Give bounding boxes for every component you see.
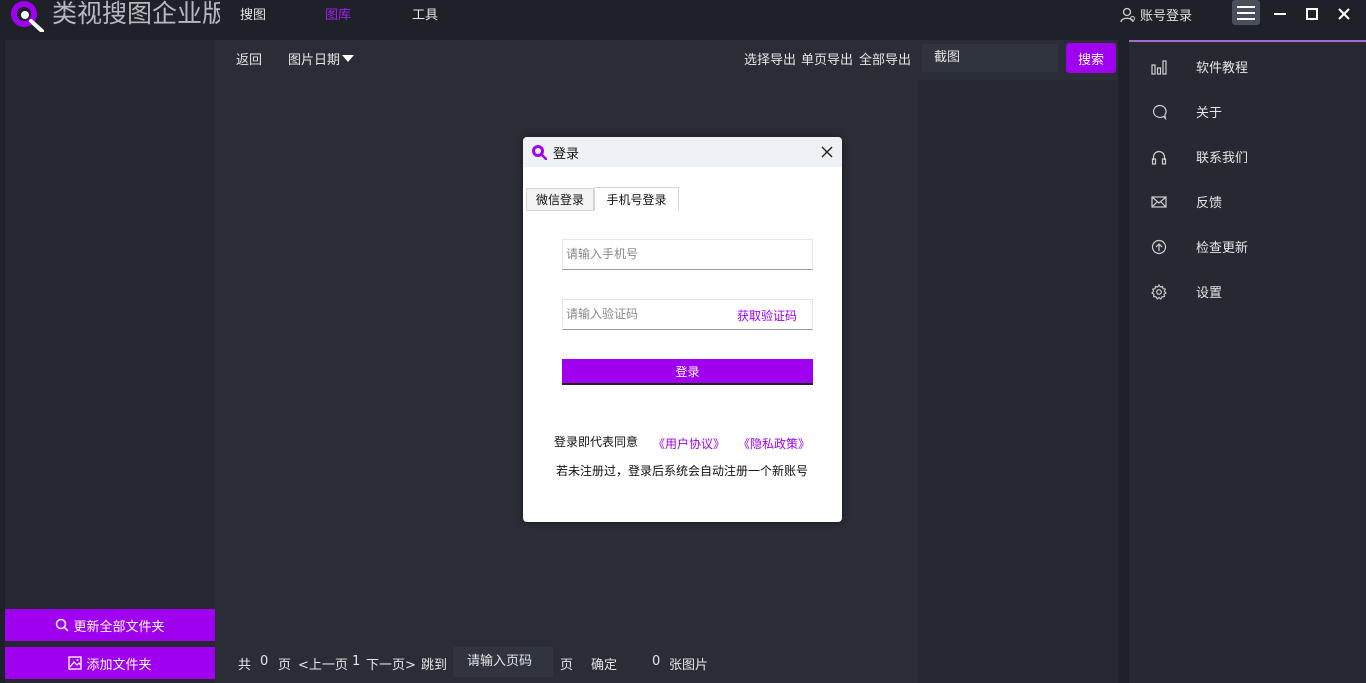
logo-icon (11, 1, 44, 32)
prev-page-button[interactable]: <上一页 (298, 654, 348, 673)
headset-icon (1150, 148, 1168, 166)
pager-total-pages: 0 (260, 654, 269, 669)
hamburger-menu-button[interactable] (1232, 0, 1260, 25)
menu-item-about[interactable]: 关于 (1150, 102, 1222, 121)
image-date-label: 图片日期 (288, 53, 341, 68)
login-button[interactable]: 登录 (562, 359, 813, 385)
search-icon (56, 618, 70, 632)
menu-item-label: 设置 (1196, 286, 1223, 301)
pager-confirm-button[interactable]: 确定 (591, 654, 617, 673)
pager-image-unit: 张图片 (669, 658, 709, 673)
search-results-list (918, 80, 1118, 683)
chat-icon (1150, 103, 1168, 121)
menu-item-label: 反馈 (1196, 196, 1223, 211)
image-icon (68, 656, 83, 670)
close-icon (1338, 8, 1350, 20)
login-dialog: 登录 微信登录 手机号登录 请输入手机号 请输入验证码 获取验证码 登录 登录即… (523, 137, 842, 522)
app-menu-panel (1129, 40, 1366, 683)
menu-item-label: 关于 (1196, 106, 1223, 121)
pager-jump-label: 跳到 (421, 658, 448, 673)
pager-total-prefix: 共 (238, 658, 252, 673)
get-code-button[interactable]: 获取验证码 (737, 307, 797, 324)
user-icon (1120, 7, 1135, 22)
pager-page-unit2: 页 (560, 658, 574, 673)
close-button[interactable] (1330, 2, 1358, 26)
account-login-button[interactable]: 账号登录 (1120, 5, 1192, 24)
page-export-button[interactable]: 单页导出 (801, 49, 853, 68)
dialog-header: 登录 (523, 137, 842, 167)
minimize-button[interactable] (1266, 2, 1294, 26)
pager-page-unit: 页 (278, 658, 292, 673)
minimize-icon (1274, 13, 1286, 15)
tab-gallery[interactable]: 图库 (325, 4, 351, 23)
agree-text: 登录即代表同意 (554, 435, 639, 449)
mail-icon (1150, 193, 1168, 211)
search-button[interactable]: 搜索 (1066, 43, 1116, 73)
chart-icon (1150, 58, 1168, 76)
app-title: 类视搜图企业版 (52, 0, 220, 28)
refresh-all-folders-button[interactable]: 更新全部文件夹 (5, 609, 215, 641)
search-input[interactable]: 截图 (922, 44, 1058, 72)
pager-current-page: 1 (352, 654, 361, 669)
logo-icon (532, 145, 547, 160)
menu-item-feedback[interactable]: 反馈 (1150, 192, 1222, 211)
select-export-button[interactable]: 选择导出 (744, 49, 796, 68)
menu-item-label: 检查更新 (1196, 241, 1249, 256)
tab-phone-login[interactable]: 手机号登录 (594, 187, 679, 211)
registration-notice: 若未注册过，登录后系统会自动注册一个新账号 (556, 464, 809, 478)
add-folder-label: 添加文件夹 (86, 657, 152, 673)
tab-wechat-login[interactable]: 微信登录 (526, 188, 594, 211)
folder-sidebar (5, 40, 215, 683)
user-agreement-link[interactable]: 《用户协议》 (653, 435, 725, 452)
all-export-button[interactable]: 全部导出 (859, 49, 911, 68)
gear-icon (1150, 283, 1168, 301)
menu-item-check-update[interactable]: 检查更新 (1150, 237, 1248, 256)
upload-icon (1150, 238, 1168, 256)
hamburger-icon (1237, 5, 1255, 20)
menu-item-settings[interactable]: 设置 (1150, 282, 1222, 301)
phone-input[interactable]: 请输入手机号 (562, 239, 813, 270)
title-bar: 类视搜图企业版 搜图 图库 工具 账号登录 (0, 0, 1366, 38)
maximize-button[interactable] (1298, 2, 1326, 26)
dialog-title: 登录 (553, 147, 580, 162)
close-icon (821, 146, 833, 158)
tab-search[interactable]: 搜图 (240, 4, 266, 23)
maximize-icon (1306, 8, 1318, 20)
back-button[interactable]: 返回 (236, 49, 262, 68)
refresh-all-folders-label: 更新全部文件夹 (73, 619, 165, 635)
menu-item-label: 联系我们 (1196, 151, 1249, 166)
menu-item-contact[interactable]: 联系我们 (1150, 147, 1248, 166)
add-folder-button[interactable]: 添加文件夹 (5, 647, 215, 679)
menu-item-label: 软件教程 (1196, 61, 1249, 76)
menu-item-tutorial[interactable]: 软件教程 (1150, 57, 1248, 76)
image-date-dropdown[interactable]: 图片日期 (288, 49, 355, 68)
account-login-label: 账号登录 (1140, 9, 1193, 24)
caret-down-icon (342, 54, 355, 62)
tab-tools[interactable]: 工具 (412, 4, 438, 23)
next-page-button[interactable]: 下一页> (366, 654, 416, 673)
page-number-input[interactable]: 请输入页码 (453, 647, 553, 677)
privacy-policy-link[interactable]: 《隐私政策》 (738, 435, 810, 452)
pager-image-count: 0 (652, 654, 661, 669)
dialog-close-button[interactable] (817, 142, 837, 162)
